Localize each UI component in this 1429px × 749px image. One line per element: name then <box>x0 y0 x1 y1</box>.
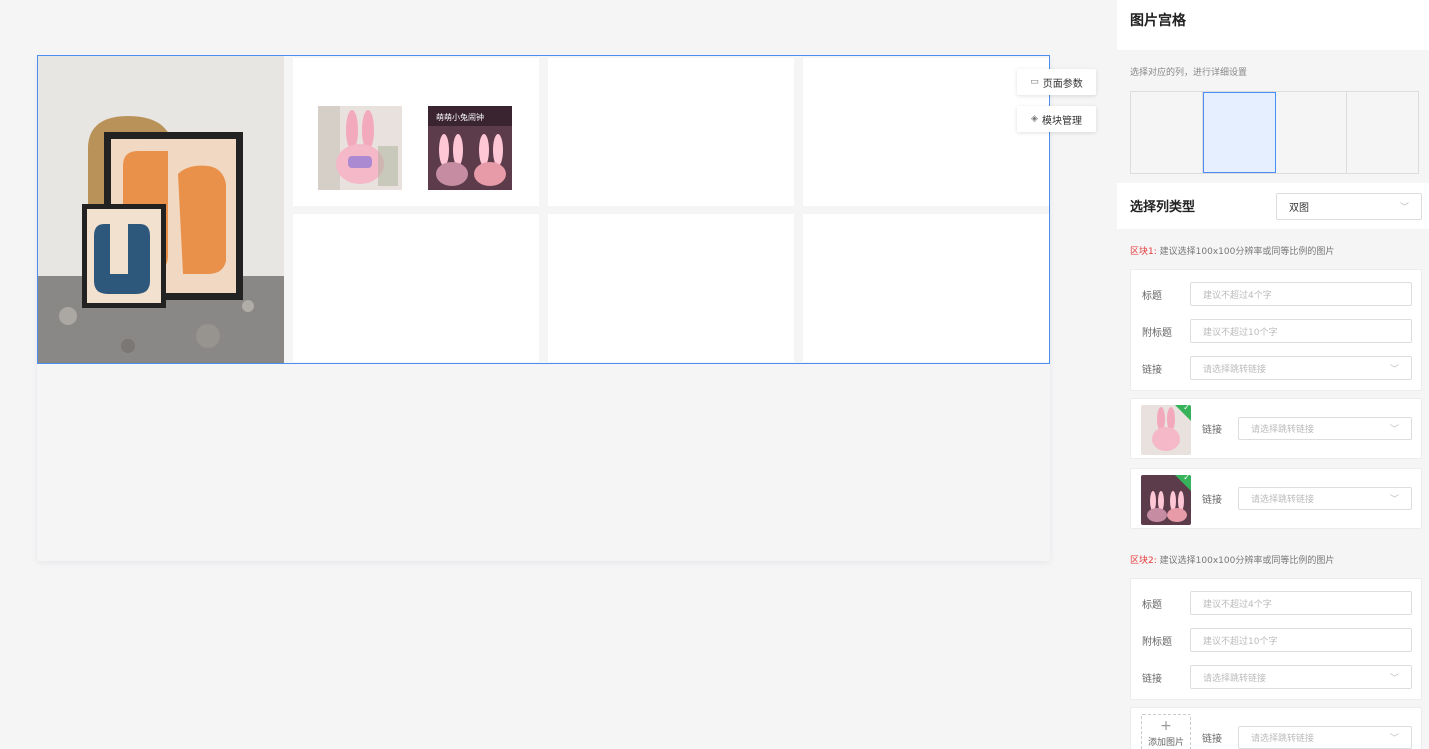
link-placeholder: 请选择跳转链接 <box>1251 425 1315 435</box>
layers-icon: ◈ <box>1031 114 1038 124</box>
add-image-link-select[interactable]: 请选择跳转链接 ﹀ <box>1238 726 1412 749</box>
title-placeholder: 建议不超过4个字 <box>1203 290 1272 301</box>
link-placeholder: 请选择跳转链接 <box>1203 364 1267 375</box>
column-option-2[interactable] <box>1202 92 1276 173</box>
settings-panel: 图片宫格 选择对应的列，进行详细设置 选择列类型 双图 ﹀ 区块1: 建议选择1… <box>1117 0 1429 749</box>
block2-link-row: 链接 请选择跳转链接 ﹀ <box>1131 665 1423 689</box>
title-label: 标题 <box>1142 600 1162 611</box>
image-card-2-link-select[interactable]: 请选择跳转链接 ﹀ <box>1238 487 1412 510</box>
block2-subtitle-row: 附标题 建议不超过10个字 <box>1131 628 1423 652</box>
block1-link-select[interactable]: 请选择跳转链接 ﹀ <box>1190 356 1412 380</box>
panel-title: 图片宫格 <box>1117 0 1429 50</box>
block2-prefix: 区块2: <box>1130 556 1157 566</box>
grid-cell-1[interactable]: 萌萌小兔闹钟 <box>293 58 539 206</box>
module-manage-label: 模块管理 <box>1041 115 1082 127</box>
column-type-value: 双图 <box>1289 203 1309 214</box>
grid-cell-4[interactable] <box>293 214 539 362</box>
link-label: 链接 <box>1142 365 1162 376</box>
block1-prefix: 区块1: <box>1130 247 1157 257</box>
block1-form: 标题 建议不超过4个字 附标题 建议不超过10个字 链接 请选择跳转链接 ﹀ <box>1130 269 1422 391</box>
subtitle-label: 附标题 <box>1142 328 1172 339</box>
add-image-button[interactable]: + 添加图片 <box>1141 714 1191 749</box>
chevron-down-icon: ﹀ <box>1389 673 1399 684</box>
block2-title-row: 标题 建议不超过4个字 <box>1131 591 1423 615</box>
block2-hint-text: 建议选择100x100分辨率或同等比例的图片 <box>1159 556 1335 566</box>
add-image-card: + 添加图片 链接 请选择跳转链接 ﹀ <box>1130 707 1422 749</box>
thumb-caption: 萌萌小兔闹钟 <box>436 112 484 122</box>
block1-hint: 区块1: 建议选择100x100分辨率或同等比例的图片 <box>1130 244 1334 257</box>
image-card-2: 链接 请选择跳转链接 ﹀ <box>1130 468 1422 529</box>
column-picker <box>1130 91 1419 174</box>
column-option-1[interactable] <box>1131 92 1203 173</box>
plus-icon: + <box>1160 718 1172 734</box>
subtitle-placeholder: 建议不超过10个字 <box>1203 327 1278 338</box>
featured-art-image[interactable] <box>38 56 284 363</box>
add-image-label: 添加图片 <box>1147 738 1184 748</box>
link-placeholder: 请选择跳转链接 <box>1251 734 1315 744</box>
chevron-down-icon: ﹀ <box>1389 734 1399 744</box>
grid-cell-6[interactable] <box>803 214 1049 362</box>
image-card-1-link-select[interactable]: 请选择跳转链接 ﹀ <box>1238 417 1412 440</box>
chevron-down-icon: ﹀ <box>1389 425 1399 435</box>
bunny-clock-image-2[interactable]: 萌萌小兔闹钟 <box>428 106 512 190</box>
title-placeholder: 建议不超过4个字 <box>1203 599 1272 610</box>
link-placeholder: 请选择跳转链接 <box>1203 673 1267 684</box>
block1-title-input[interactable]: 建议不超过4个字 <box>1190 282 1412 306</box>
grid-cell-5[interactable] <box>548 214 794 362</box>
grid-cell-2[interactable] <box>548 58 794 206</box>
block2-link-select[interactable]: 请选择跳转链接 ﹀ <box>1190 665 1412 689</box>
page-icon: ▭ <box>1030 77 1039 87</box>
image-card-1-thumb[interactable] <box>1141 405 1191 455</box>
image-grid-module[interactable]: 萌萌小兔闹钟 <box>37 55 1050 364</box>
image-card-1-link-label: 链接 <box>1202 425 1222 436</box>
image-card-2-thumb[interactable] <box>1141 475 1191 525</box>
block1-title-row: 标题 建议不超过4个字 <box>1131 282 1423 306</box>
title-label: 标题 <box>1142 291 1162 302</box>
column-option-4[interactable] <box>1347 92 1418 173</box>
column-hint: 选择对应的列，进行详细设置 <box>1130 68 1248 78</box>
bunny-clock-image-1[interactable] <box>318 106 402 190</box>
grid-cell-3[interactable] <box>803 58 1049 206</box>
block2-title-input[interactable]: 建议不超过4个字 <box>1190 591 1412 615</box>
column-type-label: 选择列类型 <box>1130 200 1196 215</box>
block2-hint: 区块2: 建议选择100x100分辨率或同等比例的图片 <box>1130 553 1334 566</box>
link-label: 链接 <box>1142 674 1162 685</box>
image-card-1: 链接 请选择跳转链接 ﹀ <box>1130 398 1422 459</box>
subtitle-placeholder: 建议不超过10个字 <box>1203 636 1278 647</box>
page-params-label: 页面参数 <box>1042 78 1083 90</box>
add-image-link-label: 链接 <box>1202 734 1222 745</box>
subtitle-label: 附标题 <box>1142 637 1172 648</box>
link-placeholder: 请选择跳转链接 <box>1251 495 1315 505</box>
page-params-button[interactable]: ▭ 页面参数 <box>1017 69 1096 95</box>
image-card-2-link-label: 链接 <box>1202 495 1222 506</box>
block1-subtitle-row: 附标题 建议不超过10个字 <box>1131 319 1423 343</box>
column-type-row: 选择列类型 双图 ﹀ <box>1117 183 1429 229</box>
column-type-select[interactable]: 双图 ﹀ <box>1276 193 1422 220</box>
module-manage-button[interactable]: ◈ 模块管理 <box>1017 106 1096 132</box>
chevron-down-icon: ﹀ <box>1399 203 1409 213</box>
block2-subtitle-input[interactable]: 建议不超过10个字 <box>1190 628 1412 652</box>
block1-link-row: 链接 请选择跳转链接 ﹀ <box>1131 356 1423 380</box>
chevron-down-icon: ﹀ <box>1389 495 1399 505</box>
chevron-down-icon: ﹀ <box>1389 364 1399 375</box>
block1-subtitle-input[interactable]: 建议不超过10个字 <box>1190 319 1412 343</box>
column-option-3[interactable] <box>1276 92 1348 173</box>
block1-hint-text: 建议选择100x100分辨率或同等比例的图片 <box>1159 247 1335 257</box>
block2-form: 标题 建议不超过4个字 附标题 建议不超过10个字 链接 请选择跳转链接 ﹀ <box>1130 578 1422 700</box>
